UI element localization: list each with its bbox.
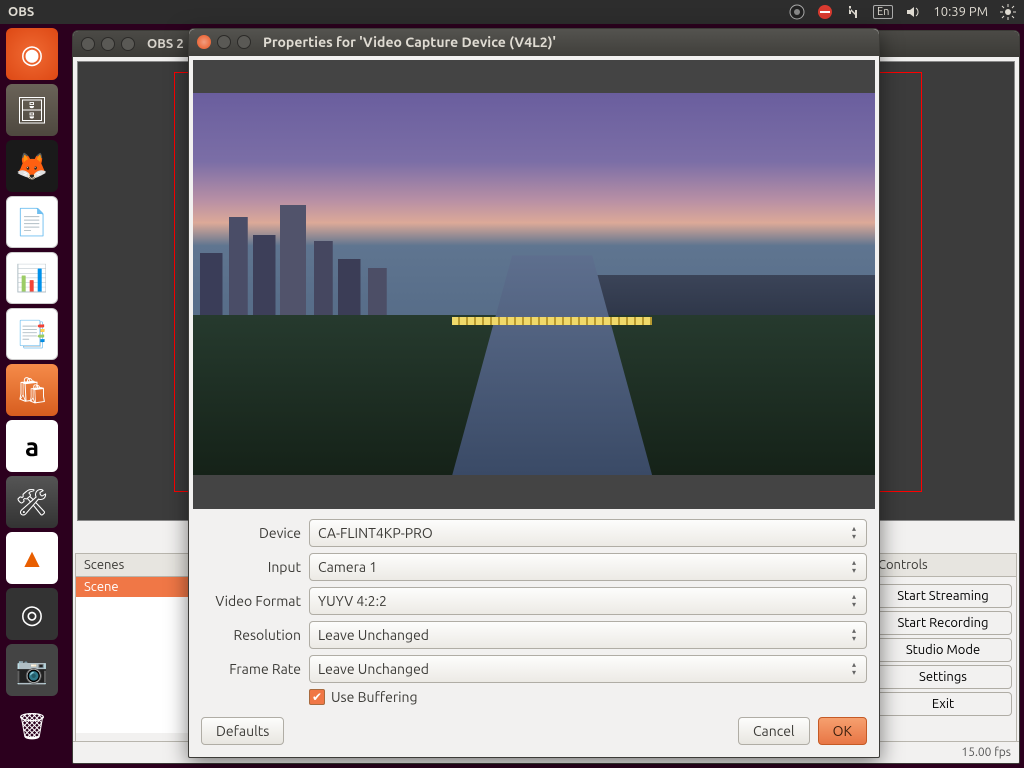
keyboard-lang-indicator[interactable]: En <box>873 5 893 19</box>
cancel-button[interactable]: Cancel <box>738 717 810 745</box>
maximize-icon[interactable] <box>121 37 135 51</box>
source-preview <box>193 60 875 509</box>
no-entry-icon[interactable] <box>817 4 833 20</box>
launcher-amazon[interactable]: a <box>6 420 58 472</box>
dialog-button-bar: Defaults Cancel OK <box>189 709 879 757</box>
frame-rate-value: Leave Unchanged <box>318 661 429 677</box>
launcher-camera[interactable]: 📷 <box>6 644 58 696</box>
launcher-calc[interactable]: 📊 <box>6 252 58 304</box>
defaults-button[interactable]: Defaults <box>201 717 284 745</box>
frame-rate-select[interactable]: Leave Unchanged ▴▾ <box>309 655 867 683</box>
exit-button[interactable]: Exit <box>874 692 1012 716</box>
clock[interactable]: 10:39 PM <box>933 5 988 19</box>
video-format-label: Video Format <box>201 593 301 609</box>
frame-rate-label: Frame Rate <box>201 661 301 677</box>
spinner-icon[interactable]: ▴▾ <box>846 625 862 645</box>
input-select[interactable]: Camera 1 ▴▾ <box>309 553 867 581</box>
gear-icon[interactable] <box>1000 4 1016 20</box>
launcher-trash[interactable]: 🗑 <box>6 700 58 752</box>
maximize-icon[interactable] <box>237 35 251 49</box>
top-menubar: OBS En 10:39 PM <box>0 0 1024 24</box>
unity-launcher: ◉ 🗄 🦊 📄 📊 📑 🛍 a 🛠 ▲ ◎ 📷 🗑 <box>0 24 64 768</box>
system-tray: En 10:39 PM <box>789 4 1016 20</box>
minimize-icon[interactable] <box>217 35 231 49</box>
launcher-writer[interactable]: 📄 <box>6 196 58 248</box>
use-buffering-label: Use Buffering <box>331 689 418 705</box>
close-icon[interactable] <box>81 37 95 51</box>
spinner-icon[interactable]: ▴▾ <box>846 557 862 577</box>
video-format-select[interactable]: YUYV 4:2:2 ▴▾ <box>309 587 867 615</box>
studio-mode-button[interactable]: Studio Mode <box>874 638 1012 662</box>
volume-icon[interactable] <box>905 4 921 20</box>
device-value: CA-FLINT4KP-PRO <box>318 525 433 541</box>
spinner-icon[interactable]: ▴▾ <box>846 523 862 543</box>
close-icon[interactable] <box>197 35 211 49</box>
launcher-vlc[interactable]: ▲ <box>6 532 58 584</box>
fps-indicator: 15.00 fps <box>961 746 1011 759</box>
resolution-label: Resolution <box>201 627 301 643</box>
active-app-title: OBS <box>8 5 34 19</box>
obs-tray-icon[interactable] <box>789 4 805 20</box>
launcher-settings[interactable]: 🛠 <box>6 476 58 528</box>
start-recording-button[interactable]: Start Recording <box>874 611 1012 635</box>
launcher-dash[interactable]: ◉ <box>6 28 58 80</box>
start-streaming-button[interactable]: Start Streaming <box>874 584 1012 608</box>
spinner-icon[interactable]: ▴▾ <box>846 659 862 679</box>
launcher-files[interactable]: 🗄 <box>6 84 58 136</box>
ok-button[interactable]: OK <box>818 717 867 745</box>
properties-dialog: Properties for 'Video Capture Device (V4… <box>188 28 880 758</box>
input-value: Camera 1 <box>318 559 377 575</box>
launcher-impress[interactable]: 📑 <box>6 308 58 360</box>
launcher-software[interactable]: 🛍 <box>6 364 58 416</box>
obs-window-title: OBS 2 <box>147 37 184 51</box>
preview-image <box>193 93 875 475</box>
video-format-value: YUYV 4:2:2 <box>318 593 387 609</box>
launcher-obs[interactable]: ◎ <box>6 588 58 640</box>
settings-button[interactable]: Settings <box>874 665 1012 689</box>
dialog-title: Properties for 'Video Capture Device (V4… <box>263 34 556 50</box>
checkmark-icon: ✔ <box>309 689 325 705</box>
dialog-titlebar[interactable]: Properties for 'Video Capture Device (V4… <box>189 29 879 56</box>
controls-panel: Controls Start Streaming Start Recording… <box>869 553 1017 761</box>
controls-header: Controls <box>870 554 1016 577</box>
resolution-value: Leave Unchanged <box>318 627 429 643</box>
resolution-select[interactable]: Leave Unchanged ▴▾ <box>309 621 867 649</box>
spinner-icon[interactable]: ▴▾ <box>846 591 862 611</box>
properties-form: Device CA-FLINT4KP-PRO ▴▾ Input Camera 1… <box>189 513 879 709</box>
device-select[interactable]: CA-FLINT4KP-PRO ▴▾ <box>309 519 867 547</box>
use-buffering-checkbox[interactable]: ✔ Use Buffering <box>309 689 867 705</box>
launcher-firefox[interactable]: 🦊 <box>6 140 58 192</box>
minimize-icon[interactable] <box>101 37 115 51</box>
device-label: Device <box>201 525 301 541</box>
network-icon[interactable] <box>845 4 861 20</box>
input-label: Input <box>201 559 301 575</box>
